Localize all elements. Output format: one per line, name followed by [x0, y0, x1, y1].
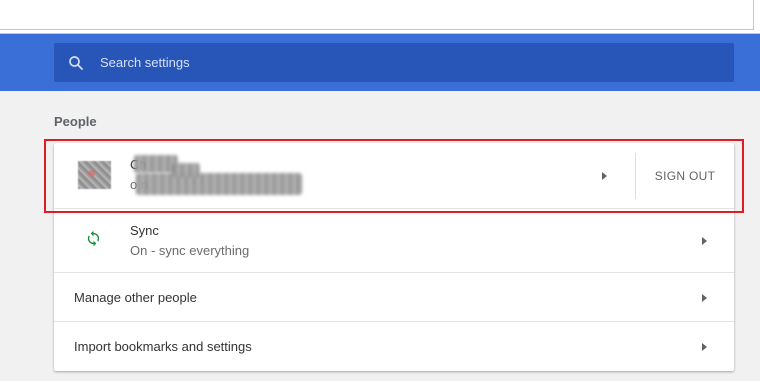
browser-top-bar: [0, 0, 760, 34]
omnibox-area[interactable]: [0, 0, 754, 30]
import-bookmarks-row[interactable]: Import bookmarks and settings: [54, 322, 734, 371]
chevron-right-icon: [702, 294, 707, 302]
section-title-people: People: [54, 114, 97, 129]
vertical-divider: [635, 153, 636, 199]
avatar: [78, 161, 111, 189]
account-row[interactable]: Ch o n SIGN OUT: [54, 143, 734, 209]
manage-other-people-label: Manage other people: [74, 290, 197, 305]
manage-other-people-row[interactable]: Manage other people: [54, 273, 734, 322]
chevron-right-icon: [702, 237, 707, 245]
import-bookmarks-label: Import bookmarks and settings: [74, 339, 252, 354]
search-placeholder: Search settings: [100, 55, 190, 70]
search-input[interactable]: Search settings: [54, 43, 734, 82]
search-icon: [69, 56, 83, 70]
sync-row[interactable]: Sync On - sync everything: [54, 209, 734, 273]
sync-title: Sync: [130, 223, 159, 238]
people-card: Ch o n SIGN OUT Sync On - sync everythin…: [54, 143, 734, 371]
chevron-right-icon: [702, 343, 707, 351]
sync-icon: [87, 230, 100, 247]
redaction-blur-extra: [172, 163, 200, 177]
avatar-dot: [88, 170, 95, 177]
chevron-right-icon[interactable]: [602, 172, 607, 180]
settings-header: Search settings: [0, 34, 760, 91]
redaction-blur-email: [136, 173, 302, 195]
sign-out-button[interactable]: SIGN OUT: [642, 159, 728, 193]
sync-subtitle: On - sync everything: [130, 243, 250, 258]
